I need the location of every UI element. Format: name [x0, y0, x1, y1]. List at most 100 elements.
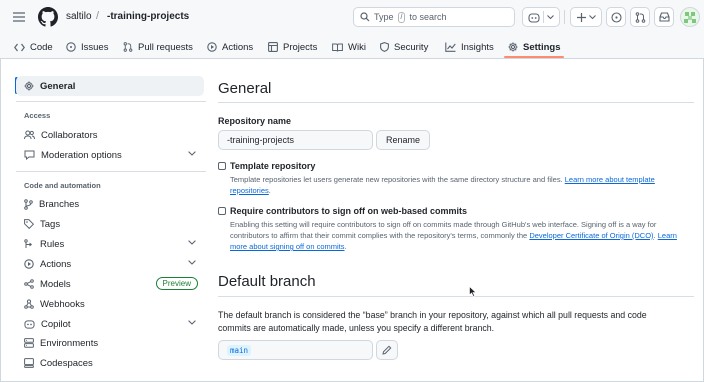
chevron-down-icon: [188, 240, 196, 245]
preview-badge: Preview: [155, 277, 198, 290]
template-repo-description: Template repositories let users generate…: [230, 174, 692, 196]
create-new-button[interactable]: [570, 7, 602, 27]
copilot-menu-button[interactable]: [522, 7, 560, 27]
search-shortcut-key: /: [397, 11, 406, 23]
sidebar-item-label: Collaborators: [41, 129, 98, 141]
sidebar-item-label: Copilot: [41, 318, 71, 330]
hamburger-icon[interactable]: [9, 8, 29, 26]
sidebar-item-general[interactable]: General: [16, 76, 204, 96]
issue-icon: [66, 42, 76, 52]
tab-label: Pull requests: [138, 41, 193, 53]
default-branch-field: main: [218, 340, 373, 360]
tab-label: Wiki: [348, 41, 366, 53]
branch-icon: [24, 198, 33, 210]
tab-wiki[interactable]: Wiki: [332, 36, 366, 58]
sidebar-item-copilot[interactable]: Copilot: [16, 314, 204, 334]
copilot-icon: [528, 12, 540, 23]
sidebar-item-environments[interactable]: Environments: [16, 333, 204, 353]
sidebar-item-webhooks[interactable]: Webhooks: [16, 294, 204, 314]
rename-button[interactable]: Rename: [376, 130, 430, 150]
gear-icon: [24, 81, 34, 91]
sidebar-item-moderation[interactable]: Moderation options: [16, 145, 204, 165]
template-repo-desc-text: Template repositories let users generate…: [230, 175, 563, 184]
issue-icon: [610, 11, 622, 23]
play-icon: [207, 42, 217, 52]
chevron-down-icon: [588, 14, 596, 20]
book-icon: [332, 43, 343, 52]
sidebar-item-label: Tags: [40, 218, 61, 230]
active-tab-indicator: [504, 56, 564, 58]
template-repo-title: Template repository: [230, 161, 316, 171]
sidebar-item-label: Rules: [40, 238, 65, 250]
repo-name-label: Repository name: [218, 116, 292, 126]
server-icon: [24, 338, 34, 348]
edit-branch-button[interactable]: [376, 340, 398, 360]
tab-security[interactable]: Security: [380, 36, 428, 58]
sidebar-item-rules[interactable]: Rules: [16, 234, 204, 254]
graph-icon: [445, 42, 456, 52]
issues-button[interactable]: [606, 7, 626, 27]
search-icon: [360, 12, 370, 22]
section-divider: [218, 102, 694, 103]
search-suffix: to search: [409, 12, 447, 22]
tab-projects[interactable]: Projects: [268, 36, 317, 58]
sidebar-divider: [16, 171, 206, 172]
tab-pull-requests[interactable]: Pull requests: [123, 36, 193, 58]
github-logo-icon[interactable]: [38, 7, 58, 27]
sidebar-item-label: Models: [40, 278, 71, 290]
sidebar-item-label: Environments: [40, 337, 99, 349]
tab-label: Actions: [222, 41, 254, 53]
sidebar-item-label: Actions: [40, 258, 72, 270]
header-divider: [564, 10, 565, 24]
period: .: [344, 242, 347, 251]
pencil-icon: [382, 345, 392, 355]
dco-link[interactable]: Developer Certificate of Origin (DCO): [529, 231, 653, 240]
sidebar-item-label: Webhooks: [40, 298, 85, 310]
play-icon: [24, 259, 34, 269]
global-header: saltilo / -training-projects Type / to s…: [0, 0, 704, 36]
repo-link[interactable]: -training-projects: [107, 11, 189, 22]
period: .: [653, 231, 656, 240]
sidebar-item-codespaces[interactable]: Codespaces: [16, 353, 204, 373]
tab-label: Code: [30, 41, 53, 53]
tag-icon: [24, 219, 34, 229]
repo-name-input[interactable]: -training-projects: [218, 130, 373, 150]
section-divider: [218, 296, 694, 297]
tab-code[interactable]: Code: [14, 36, 53, 58]
pull-requests-button[interactable]: [630, 7, 650, 27]
tab-actions[interactable]: Actions: [207, 36, 253, 58]
signoff-checkbox[interactable]: [218, 207, 226, 215]
sidebar-item-tags[interactable]: Tags: [16, 214, 204, 234]
copilot-icon: [24, 319, 35, 329]
tab-label: Insights: [461, 41, 494, 53]
default-branch-description: The default branch is considered the “ba…: [218, 310, 647, 333]
template-repo-checkbox[interactable]: [218, 162, 226, 170]
tab-label: Security: [394, 41, 429, 53]
avatar[interactable]: [680, 7, 700, 27]
signoff-title: Require contributors to sign off on web-…: [230, 206, 468, 216]
owner-link[interactable]: saltilo: [66, 11, 92, 22]
tab-issues[interactable]: Issues: [66, 36, 108, 58]
chevron-down-icon: [547, 14, 554, 20]
sidebar-item-label: Moderation options: [41, 149, 122, 161]
sidebar-item-branches[interactable]: Branches: [16, 194, 204, 214]
sidebar-item-label: Branches: [39, 198, 80, 210]
path-separator: /: [96, 10, 100, 22]
page-title: General: [218, 80, 272, 97]
chevron-down-icon: [188, 260, 196, 265]
settings-main: General Repository name -training-projec…: [218, 60, 696, 382]
search-input[interactable]: Type / to search: [353, 7, 515, 27]
signoff-description: Enabling this setting will require contr…: [230, 219, 692, 252]
tab-insights[interactable]: Insights: [445, 36, 494, 58]
tab-label: Issues: [81, 41, 109, 53]
sidebar-heading-code-automation: Code and automation: [24, 181, 101, 190]
tab-settings[interactable]: Settings: [508, 36, 560, 58]
inbox-button[interactable]: [654, 7, 674, 27]
models-icon: [24, 279, 34, 289]
sidebar-item-models[interactable]: Models Preview: [16, 274, 204, 294]
sidebar-item-actions[interactable]: Actions: [16, 254, 204, 274]
sidebar-item-collaborators[interactable]: Collaborators: [16, 125, 204, 145]
period: .: [268, 186, 271, 195]
tab-label: Settings: [523, 41, 561, 53]
sidebar-item-label: General: [40, 80, 76, 92]
